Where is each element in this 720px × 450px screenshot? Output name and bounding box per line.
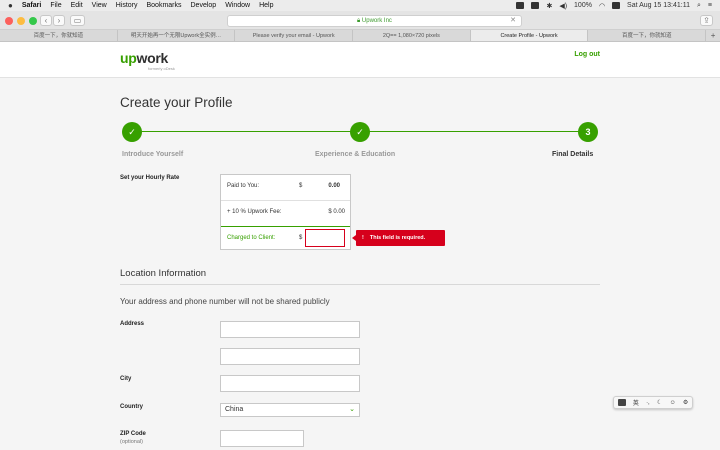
country-label: Country — [120, 404, 143, 410]
apple-menu-icon[interactable]: ● — [8, 1, 13, 10]
notification-center-icon[interactable]: ≡ — [708, 2, 712, 9]
stop-loading-icon[interactable]: ✕ — [510, 16, 516, 26]
zip-label: ZIP Code — [120, 431, 146, 437]
step-label-experience[interactable]: Experience & Education — [315, 151, 395, 158]
lock-icon: 🔒︎ — [357, 18, 361, 24]
menu-clock[interactable]: Sat Aug 15 13:41:11 — [627, 2, 690, 9]
menu-help[interactable]: Help — [259, 2, 273, 9]
logo-prefix: up — [120, 50, 137, 66]
city-input[interactable] — [220, 375, 360, 392]
back-button[interactable]: ‹ — [40, 15, 52, 26]
minimize-window-button[interactable] — [17, 17, 25, 25]
step-1-check-icon: ✓ — [122, 122, 142, 142]
status-app-icon[interactable] — [516, 2, 525, 9]
menu-safari[interactable]: Safari — [22, 2, 41, 9]
tab-bar: 百度一下，你就知道 明天开始再一个无限Upwork全实例… Please ver… — [0, 30, 720, 42]
client-rate-input[interactable] — [305, 229, 345, 247]
safari-toolbar: ‹ › ▭ 🔒︎ Upwork Inc ✕ ⇪ — [0, 11, 720, 30]
ime-floating-toolbar: 英 ·, ☾ ☺ ⚙ — [613, 396, 693, 409]
wifi-icon[interactable]: ◠ — [599, 2, 605, 10]
battery-percent[interactable]: 100% — [574, 2, 592, 9]
country-selected-value: China — [225, 406, 244, 413]
page-title: Create your Profile — [120, 95, 233, 110]
site-header: upwork formerly oDesk Log out — [0, 42, 720, 78]
city-label: City — [120, 376, 132, 382]
menu-develop[interactable]: Develop — [191, 2, 217, 9]
menu-bookmarks[interactable]: Bookmarks — [146, 2, 181, 9]
ime-language-toggle[interactable]: 英 — [633, 398, 639, 407]
zip-input[interactable] — [220, 430, 304, 447]
fee-label: + 10 % Upwork Fee: — [227, 209, 282, 215]
ime-moon-icon[interactable]: ☾ — [657, 399, 662, 406]
error-text: This field is required. — [369, 235, 426, 241]
client-currency: $ — [299, 235, 303, 241]
tab-image[interactable]: 2Q== 1,080×720 pixels — [353, 30, 471, 41]
address-line1-input[interactable] — [220, 321, 360, 338]
share-button[interactable]: ⇪ — [700, 15, 713, 26]
step-label-final: Final Details — [552, 151, 594, 158]
required-error-tooltip: ! This field is required. — [352, 230, 445, 246]
menu-view[interactable]: View — [92, 2, 107, 9]
menu-window[interactable]: Window — [225, 2, 250, 9]
close-window-button[interactable] — [5, 17, 13, 25]
tab-upwork-article[interactable]: 明天开始再一个无限Upwork全实例… — [118, 30, 236, 41]
menu-history[interactable]: History — [116, 2, 138, 9]
tab-baidu-2[interactable]: 百度一下，你就知道 — [588, 30, 707, 41]
address-bar-text: Upwork Inc — [361, 18, 392, 24]
section-divider — [120, 284, 600, 285]
window-controls — [5, 17, 41, 25]
status-area: ✱ ◀) 100% ◠ Sat Aug 15 13:41:11 ⌕ ≡ — [509, 0, 712, 11]
address-bar[interactable]: 🔒︎ Upwork Inc ✕ — [227, 15, 522, 27]
volume-icon[interactable]: ◀) — [559, 2, 567, 10]
tab-create-profile[interactable]: Create Profile - Upwork — [470, 30, 589, 41]
paid-value[interactable]: 0.00 — [328, 183, 340, 189]
logo-suffix: work — [136, 50, 169, 66]
tab-verify-email[interactable]: Please verify your email - Upwork — [235, 30, 354, 41]
address-label: Address — [120, 321, 145, 327]
ime-settings-icon[interactable]: ⚙ — [683, 399, 688, 406]
sidebar-toggle-button[interactable]: ▭ — [70, 15, 85, 26]
logo-subtitle: formerly oDesk — [148, 66, 175, 71]
zip-optional-note: (optional) — [120, 439, 143, 445]
forward-button[interactable]: › — [53, 15, 65, 26]
privacy-note: Your address and phone number will not b… — [120, 297, 330, 306]
step-2-check-icon: ✓ — [350, 122, 370, 142]
tab-baidu-1[interactable]: 百度一下，你就知道 — [0, 30, 118, 41]
ime-emoji-icon[interactable]: ☺ — [670, 400, 676, 406]
paid-currency: $ — [299, 183, 303, 189]
client-label: Charged to Client: — [227, 235, 276, 241]
bluetooth-icon[interactable]: ✱ — [546, 2, 552, 10]
step-label-introduce[interactable]: Introduce Yourself — [122, 151, 183, 158]
upwork-logo[interactable]: upwork — [120, 50, 168, 66]
location-section-title: Location Information — [120, 268, 207, 279]
error-icon: ! — [362, 235, 364, 241]
address-line2-input[interactable] — [220, 348, 360, 365]
ime-punctuation-icon[interactable]: ·, — [646, 400, 650, 406]
paid-label: Paid to You: — [227, 183, 260, 189]
step-3-number: 3 — [578, 122, 598, 142]
country-select[interactable]: China ⌄ — [220, 403, 360, 417]
spotlight-icon[interactable]: ⌕ — [697, 2, 701, 10]
macos-menu-bar: ● Safari File Edit View History Bookmark… — [0, 0, 720, 11]
logout-link[interactable]: Log out — [574, 51, 600, 58]
rate-divider — [221, 200, 350, 201]
menu-edit[interactable]: Edit — [71, 2, 83, 9]
chevron-down-icon: ⌄ — [349, 406, 355, 413]
menu-file[interactable]: File — [50, 2, 61, 9]
ime-logo-icon[interactable] — [617, 399, 626, 406]
new-tab-button[interactable]: + — [706, 30, 720, 41]
fee-value: $ 0.00 — [328, 209, 345, 215]
hourly-rate-label: Set your Hourly Rate — [120, 175, 180, 181]
input-method-icon[interactable] — [612, 2, 621, 9]
zoom-window-button[interactable] — [29, 17, 37, 25]
upwork-status-icon[interactable] — [531, 2, 540, 9]
